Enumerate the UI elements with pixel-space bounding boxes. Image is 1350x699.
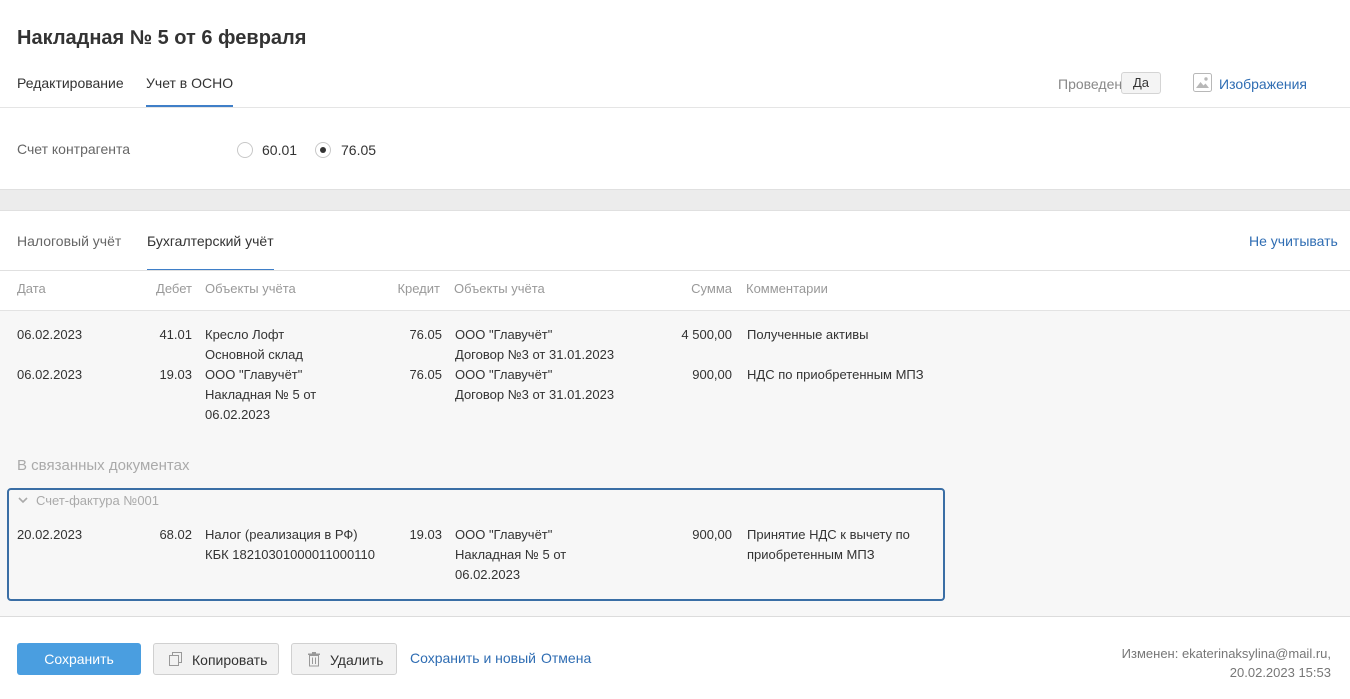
row-debit-object: Кресло Лофт [205, 327, 285, 342]
posted-label: Проведен [1058, 76, 1123, 92]
row-debit-object: Налог (реализация в РФ) [205, 527, 358, 542]
row-debit-object: ООО "Главучёт" [205, 367, 303, 382]
row-date: 06.02.2023 [17, 367, 83, 382]
trash-icon [308, 652, 320, 667]
tab-editing[interactable]: Редактирование [17, 75, 124, 91]
tab-osno-accounting[interactable]: Учет в ОСНО [146, 75, 234, 107]
header-divider [0, 107, 1350, 108]
row-debit-object: 06.02.2023 [205, 407, 271, 422]
column-debit-objects: Объекты учёта [205, 281, 296, 296]
row-credit-object: ООО "Главучёт" [455, 367, 553, 382]
row-comment: Полученные активы [747, 327, 869, 342]
row-credit: 19.03 [409, 527, 442, 542]
row-debit: 41.01 [159, 327, 192, 342]
row-debit-object: Накладная № 5 от [205, 387, 317, 402]
chevron-down-icon[interactable] [17, 494, 29, 506]
images-link[interactable]: Изображения [1219, 76, 1307, 92]
radio-76-05-label[interactable]: 76.05 [341, 142, 376, 158]
modified-date: 20.02.2023 15:53 [1229, 665, 1331, 680]
row-credit-object: ООО "Главучёт" [455, 527, 553, 542]
image-icon[interactable] [1193, 73, 1212, 92]
row-credit-object: ООО "Главучёт" [455, 327, 553, 342]
row-comment: НДС по приобретенным МПЗ [747, 367, 924, 382]
radio-60-01-label[interactable]: 60.01 [262, 142, 297, 158]
section-separator [0, 189, 1350, 211]
cancel-link[interactable]: Отмена [541, 650, 591, 666]
save-and-new-link[interactable]: Сохранить и новый [410, 650, 536, 666]
row-sum: 900,00 [692, 367, 732, 382]
posted-toggle[interactable]: Да [1121, 72, 1162, 94]
page-title: Накладная № 5 от 6 февраля [17, 27, 307, 49]
row-credit: 76.05 [409, 327, 442, 342]
modified-by: Изменен: ekaterinaksylina@mail.ru, [1121, 646, 1331, 661]
modified-info: Изменен: ekaterinaksylina@mail.ru, 20.02… [1122, 644, 1331, 682]
delete-button[interactable]: Удалить [291, 643, 397, 675]
row-credit-object: 06.02.2023 [455, 567, 521, 582]
column-credit: Кредит [397, 281, 440, 296]
row-credit-object: Договор №3 от 31.01.2023 [455, 387, 615, 402]
row-sum: 900,00 [692, 527, 732, 542]
row-debit-object: Основной склад [205, 347, 303, 362]
copy-button-label: Копировать [192, 652, 268, 668]
column-comments: Комментарии [746, 281, 828, 296]
row-comment: Принятие НДС к вычету по [747, 527, 910, 542]
column-date: Дата [17, 281, 46, 296]
ignore-link[interactable]: Не учитывать [1249, 233, 1338, 249]
row-credit: 76.05 [409, 367, 442, 382]
column-sum: Сумма [691, 281, 732, 296]
tab-bookkeeping[interactable]: Бухгалтерский учёт [147, 233, 274, 271]
column-credit-objects: Объекты учёта [454, 281, 545, 296]
row-comment: приобретенным МПЗ [747, 547, 875, 562]
radio-60-01[interactable] [237, 142, 253, 158]
invoice-toggle[interactable]: Счет-фактура №001 [36, 493, 159, 508]
counterparty-account-label: Счет контрагента [17, 141, 131, 157]
row-debit: 19.03 [159, 367, 192, 382]
row-credit-object: Накладная № 5 от [455, 547, 567, 562]
column-debit: Дебет [156, 281, 192, 296]
row-date: 20.02.2023 [17, 527, 83, 542]
linked-documents-title: В связанных документах [17, 457, 190, 474]
row-date: 06.02.2023 [17, 327, 83, 342]
row-debit: 68.02 [159, 527, 192, 542]
copy-button[interactable]: Копировать [153, 643, 279, 675]
row-debit-object: КБК 18210301000011000110 [205, 547, 375, 562]
tab-tax-accounting[interactable]: Налоговый учёт [17, 233, 121, 249]
copy-icon [169, 652, 182, 666]
row-sum: 4 500,00 [681, 327, 732, 342]
radio-76-05[interactable] [315, 142, 331, 158]
delete-button-label: Удалить [330, 652, 384, 668]
save-button[interactable]: Сохранить [17, 643, 141, 675]
row-credit-object: Договор №3 от 31.01.2023 [455, 347, 615, 362]
